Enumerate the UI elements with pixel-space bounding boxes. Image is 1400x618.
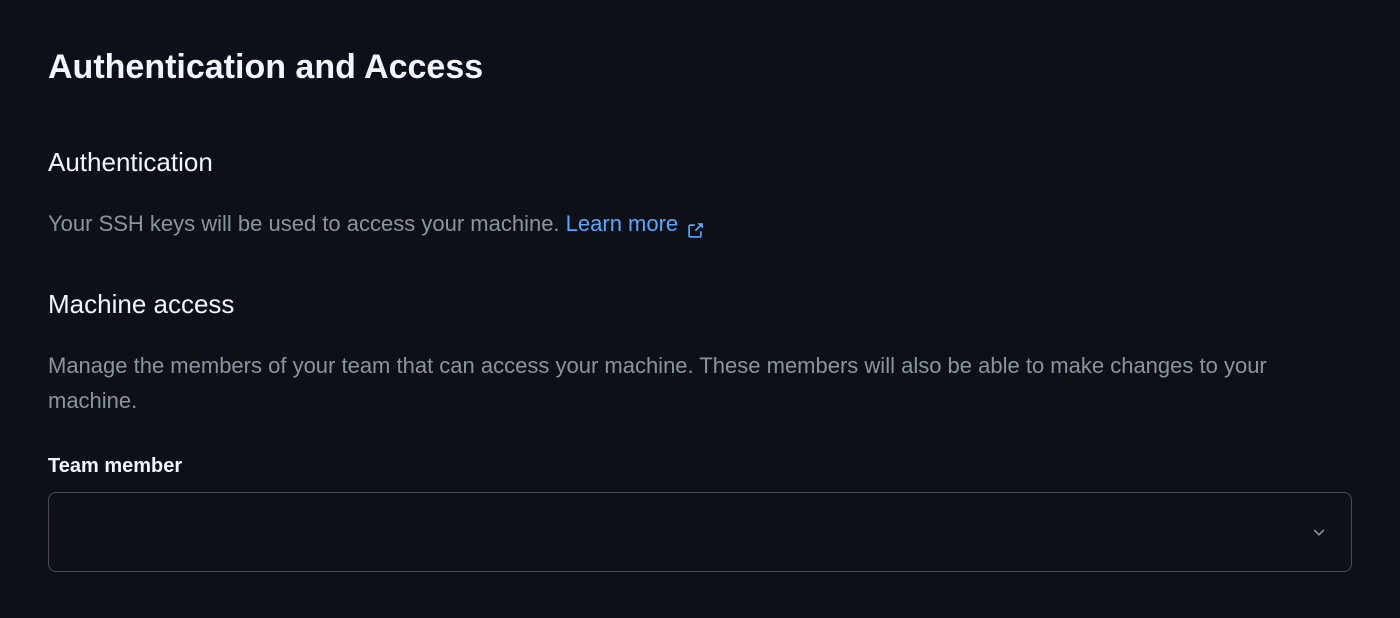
team-member-select-wrapper <box>48 492 1352 572</box>
team-member-form-group: Team member <box>48 455 1352 572</box>
team-member-select[interactable] <box>48 492 1352 572</box>
authentication-description-text: Your SSH keys will be used to access you… <box>48 211 566 236</box>
authentication-description: Your SSH keys will be used to access you… <box>48 206 1352 241</box>
machine-access-description: Manage the members of your team that can… <box>48 348 1352 418</box>
team-member-label: Team member <box>48 455 1352 478</box>
page-title: Authentication and Access <box>48 48 1352 87</box>
learn-more-label: Learn more <box>566 206 679 241</box>
machine-access-heading: Machine access <box>48 289 1352 320</box>
machine-access-section: Machine access Manage the members of you… <box>48 289 1352 571</box>
authentication-heading: Authentication <box>48 147 1352 178</box>
external-link-icon <box>686 215 704 233</box>
authentication-section: Authentication Your SSH keys will be use… <box>48 147 1352 241</box>
learn-more-link[interactable]: Learn more <box>566 206 705 241</box>
